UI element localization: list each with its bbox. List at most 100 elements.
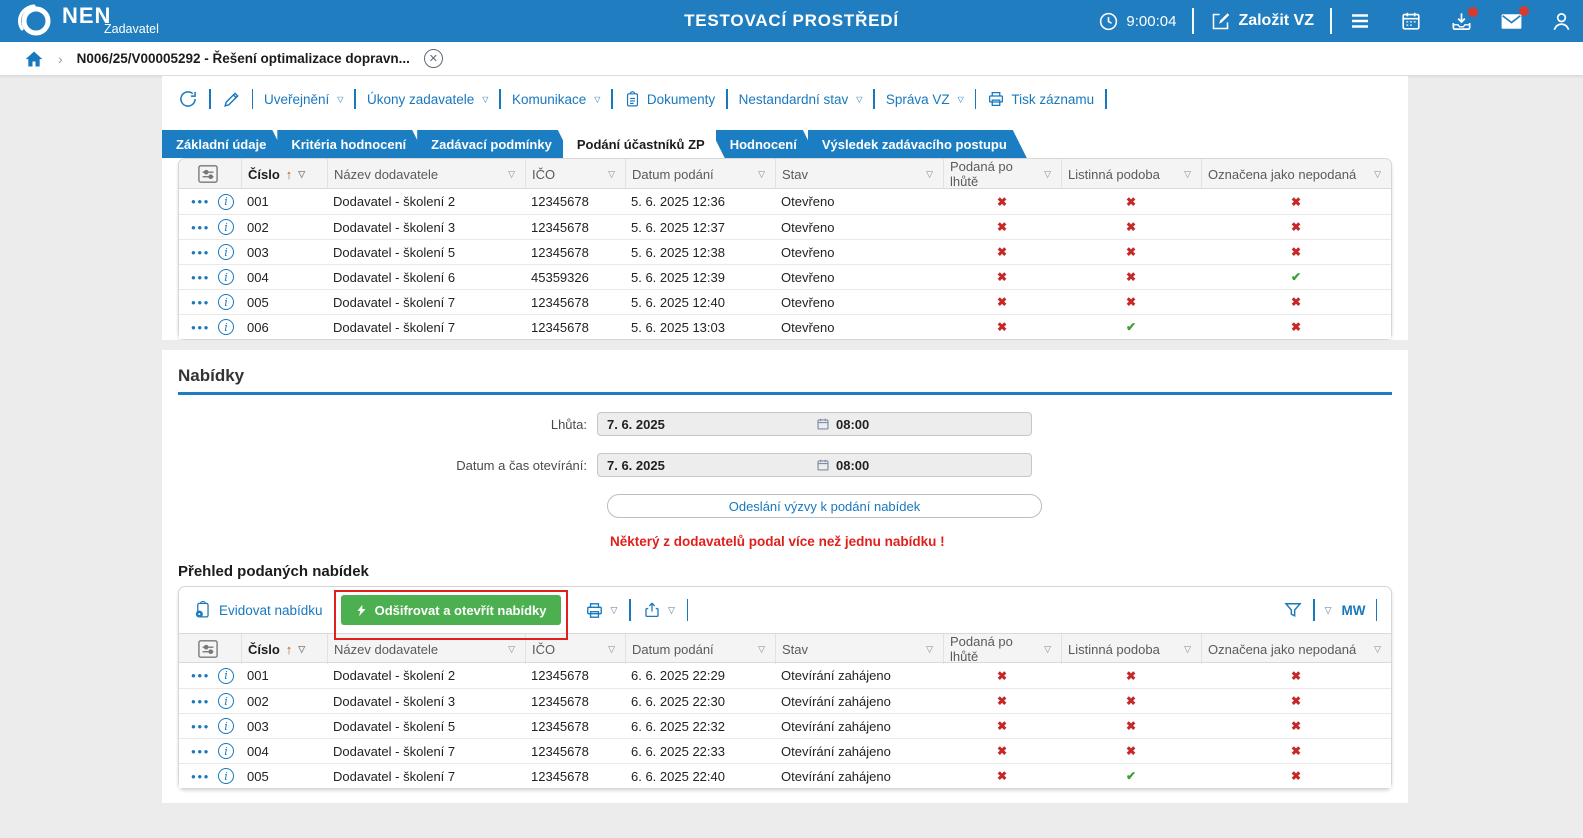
row-actions-icon[interactable]: ●●●: [191, 223, 210, 232]
filter-caret-icon[interactable]: ▽: [298, 644, 305, 655]
filter-caret-icon[interactable]: ▽: [1044, 644, 1051, 655]
row-info-icon[interactable]: i: [218, 294, 234, 310]
filter-caret-icon[interactable]: ▽: [608, 169, 615, 180]
row-actions-icon[interactable]: ●●●: [191, 671, 210, 680]
row-actions-icon[interactable]: ●●●: [191, 248, 210, 257]
breadcrumb-item[interactable]: N006/25/V00005292 - Řešení optimalizace …: [77, 51, 410, 66]
filter-caret-icon[interactable]: ▽: [926, 644, 933, 655]
row-actions-icon[interactable]: ●●●: [191, 298, 210, 307]
col-header-stav[interactable]: Stav▽: [775, 159, 943, 189]
filter-caret-icon[interactable]: ▽: [298, 169, 305, 180]
filter-caret-icon[interactable]: ▽: [1374, 644, 1381, 655]
col-header-ico[interactable]: IČO▽: [525, 159, 625, 189]
filter-caret-icon[interactable]: ▽: [1044, 169, 1051, 180]
filter-user-label[interactable]: MW: [1342, 603, 1366, 618]
filter-caret-icon[interactable]: ▽: [1184, 644, 1191, 655]
filter-caret-icon[interactable]: ▽: [608, 644, 615, 655]
col-header-po-lhute[interactable]: Podaná po lhůtě▽: [943, 159, 1061, 189]
row-actions-icon[interactable]: ●●●: [191, 273, 210, 282]
row-info-icon[interactable]: i: [218, 269, 234, 285]
menu-ukony-zadavatele[interactable]: Úkony zadavatele▽: [367, 92, 488, 107]
row-actions-icon[interactable]: ●●●: [191, 772, 210, 781]
print-record-button[interactable]: Tisk záznamu: [987, 90, 1094, 108]
menu-sprava-vz[interactable]: Správa VZ▽: [886, 92, 964, 107]
row-info-icon[interactable]: i: [218, 693, 234, 709]
filter-caret-icon[interactable]: ▽: [758, 644, 765, 655]
filter-caret-icon[interactable]: ▽: [508, 169, 515, 180]
filter-caret-icon[interactable]: ▽: [508, 644, 515, 655]
edit-record-button[interactable]: [222, 90, 241, 109]
col-header-listinna[interactable]: Listinná podoba▽: [1061, 634, 1201, 664]
menu-dokumenty[interactable]: Dokumenty: [624, 91, 715, 108]
row-info-icon[interactable]: i: [218, 319, 234, 335]
row-actions-icon[interactable]: ●●●: [191, 197, 210, 206]
col-header-datum[interactable]: Datum podání▽: [625, 159, 775, 189]
deadline-date-value[interactable]: 7. 6. 2025: [598, 417, 816, 432]
col-header-stav[interactable]: Stav▽: [775, 634, 943, 664]
menu-nestandardni-stav[interactable]: Nestandardní stav▽: [739, 92, 863, 107]
tab-podani-ucastniku-zp[interactable]: Podání účastníků ZP: [563, 130, 725, 158]
opening-date-value[interactable]: 7. 6. 2025: [598, 458, 816, 473]
inbox-button[interactable]: [1450, 10, 1473, 33]
filter-caret-icon[interactable]: ▽: [926, 169, 933, 180]
col-header-cislo[interactable]: Číslo↑▽: [241, 634, 327, 664]
register-bid-button[interactable]: Evidovat nabídku: [193, 601, 323, 620]
tab-kriteria-hodnoceni[interactable]: Kritéria hodnocení: [277, 130, 426, 158]
messages-button[interactable]: [1499, 9, 1524, 34]
menu-uverejneni[interactable]: Uveřejnění▽: [264, 92, 343, 107]
table-row[interactable]: ●●● i 001 Dodavatel - školení 2 12345678…: [179, 189, 1391, 214]
export-bids-button[interactable]: ▽: [643, 601, 675, 619]
row-actions-icon[interactable]: ●●●: [191, 323, 210, 332]
opening-time-value[interactable]: 08:00: [836, 458, 869, 473]
send-invite-button[interactable]: Odeslání výzvy k podání nabídek: [607, 494, 1042, 518]
col-header-datum[interactable]: Datum podání▽: [625, 634, 775, 664]
table-row[interactable]: ●●● i 001 Dodavatel - školení 2 12345678…: [179, 663, 1391, 688]
col-header-nazev[interactable]: Název dodavatele▽: [327, 634, 525, 664]
row-info-icon[interactable]: i: [218, 743, 234, 759]
tab-zadavaci-podminky[interactable]: Zadávací podmínky: [417, 130, 572, 158]
row-actions-icon[interactable]: ●●●: [191, 747, 210, 756]
row-info-icon[interactable]: i: [218, 244, 234, 260]
deadline-field[interactable]: 7. 6. 2025 08:00: [597, 412, 1032, 436]
col-header-listinna[interactable]: Listinná podoba▽: [1061, 159, 1201, 189]
row-info-icon[interactable]: i: [218, 194, 234, 210]
row-info-icon[interactable]: i: [218, 219, 234, 235]
tab-zakladni-udaje[interactable]: Základní údaje: [162, 130, 286, 158]
row-info-icon[interactable]: i: [218, 668, 234, 684]
col-header-cislo[interactable]: Číslo↑▽: [241, 159, 327, 189]
opening-field[interactable]: 7. 6. 2025 08:00: [597, 453, 1032, 477]
table-row[interactable]: ●●● i 005 Dodavatel - školení 7 12345678…: [179, 289, 1391, 314]
session-timer[interactable]: 9:00:04: [1098, 11, 1176, 32]
table-row[interactable]: ●●● i 005 Dodavatel - školení 7 12345678…: [179, 763, 1391, 788]
user-profile-button[interactable]: [1550, 10, 1573, 33]
table-row[interactable]: ●●● i 002 Dodavatel - školení 3 12345678…: [179, 688, 1391, 713]
home-icon[interactable]: [24, 49, 44, 69]
menu-button[interactable]: [1348, 9, 1372, 33]
tab-vysledek-zadavaciho-postupu[interactable]: Výsledek zadávacího postupu: [808, 130, 1027, 158]
col-header-nazev[interactable]: Název dodavatele▽: [327, 159, 525, 189]
row-actions-icon[interactable]: ●●●: [191, 722, 210, 731]
col-header-nepodana[interactable]: Označena jako nepodaná▽: [1201, 159, 1391, 189]
filter-funnel-icon[interactable]: [1283, 600, 1303, 620]
history-button[interactable]: [178, 89, 198, 109]
table-row[interactable]: ●●● i 004 Dodavatel - školení 7 12345678…: [179, 738, 1391, 763]
row-info-icon[interactable]: i: [218, 768, 234, 784]
col-header-po-lhute[interactable]: Podaná po lhůtě▽: [943, 634, 1061, 664]
tab-hodnoceni[interactable]: Hodnocení: [716, 130, 817, 158]
column-settings-button[interactable]: [179, 159, 241, 189]
table-row[interactable]: ●●● i 003 Dodavatel - školení 5 12345678…: [179, 713, 1391, 738]
row-info-icon[interactable]: i: [218, 718, 234, 734]
close-icon[interactable]: ✕: [424, 49, 443, 68]
calendar-button[interactable]: [1400, 10, 1422, 32]
chevron-down-icon[interactable]: ▽: [1325, 605, 1332, 616]
table-row[interactable]: ●●● i 002 Dodavatel - školení 3 12345678…: [179, 214, 1391, 239]
col-header-nepodana[interactable]: Označena jako nepodaná▽: [1201, 634, 1391, 664]
table-row[interactable]: ●●● i 006 Dodavatel - školení 7 12345678…: [179, 314, 1391, 339]
table-row[interactable]: ●●● i 003 Dodavatel - školení 5 12345678…: [179, 239, 1391, 264]
filter-caret-icon[interactable]: ▽: [1184, 169, 1191, 180]
decrypt-open-bids-button[interactable]: Odšifrovat a otevřít nabídky: [341, 595, 561, 625]
column-settings-button[interactable]: [179, 634, 241, 664]
filter-caret-icon[interactable]: ▽: [1374, 169, 1381, 180]
menu-komunikace[interactable]: Komunikace▽: [512, 92, 600, 107]
table-row[interactable]: ●●● i 004 Dodavatel - školení 6 45359326…: [179, 264, 1391, 289]
